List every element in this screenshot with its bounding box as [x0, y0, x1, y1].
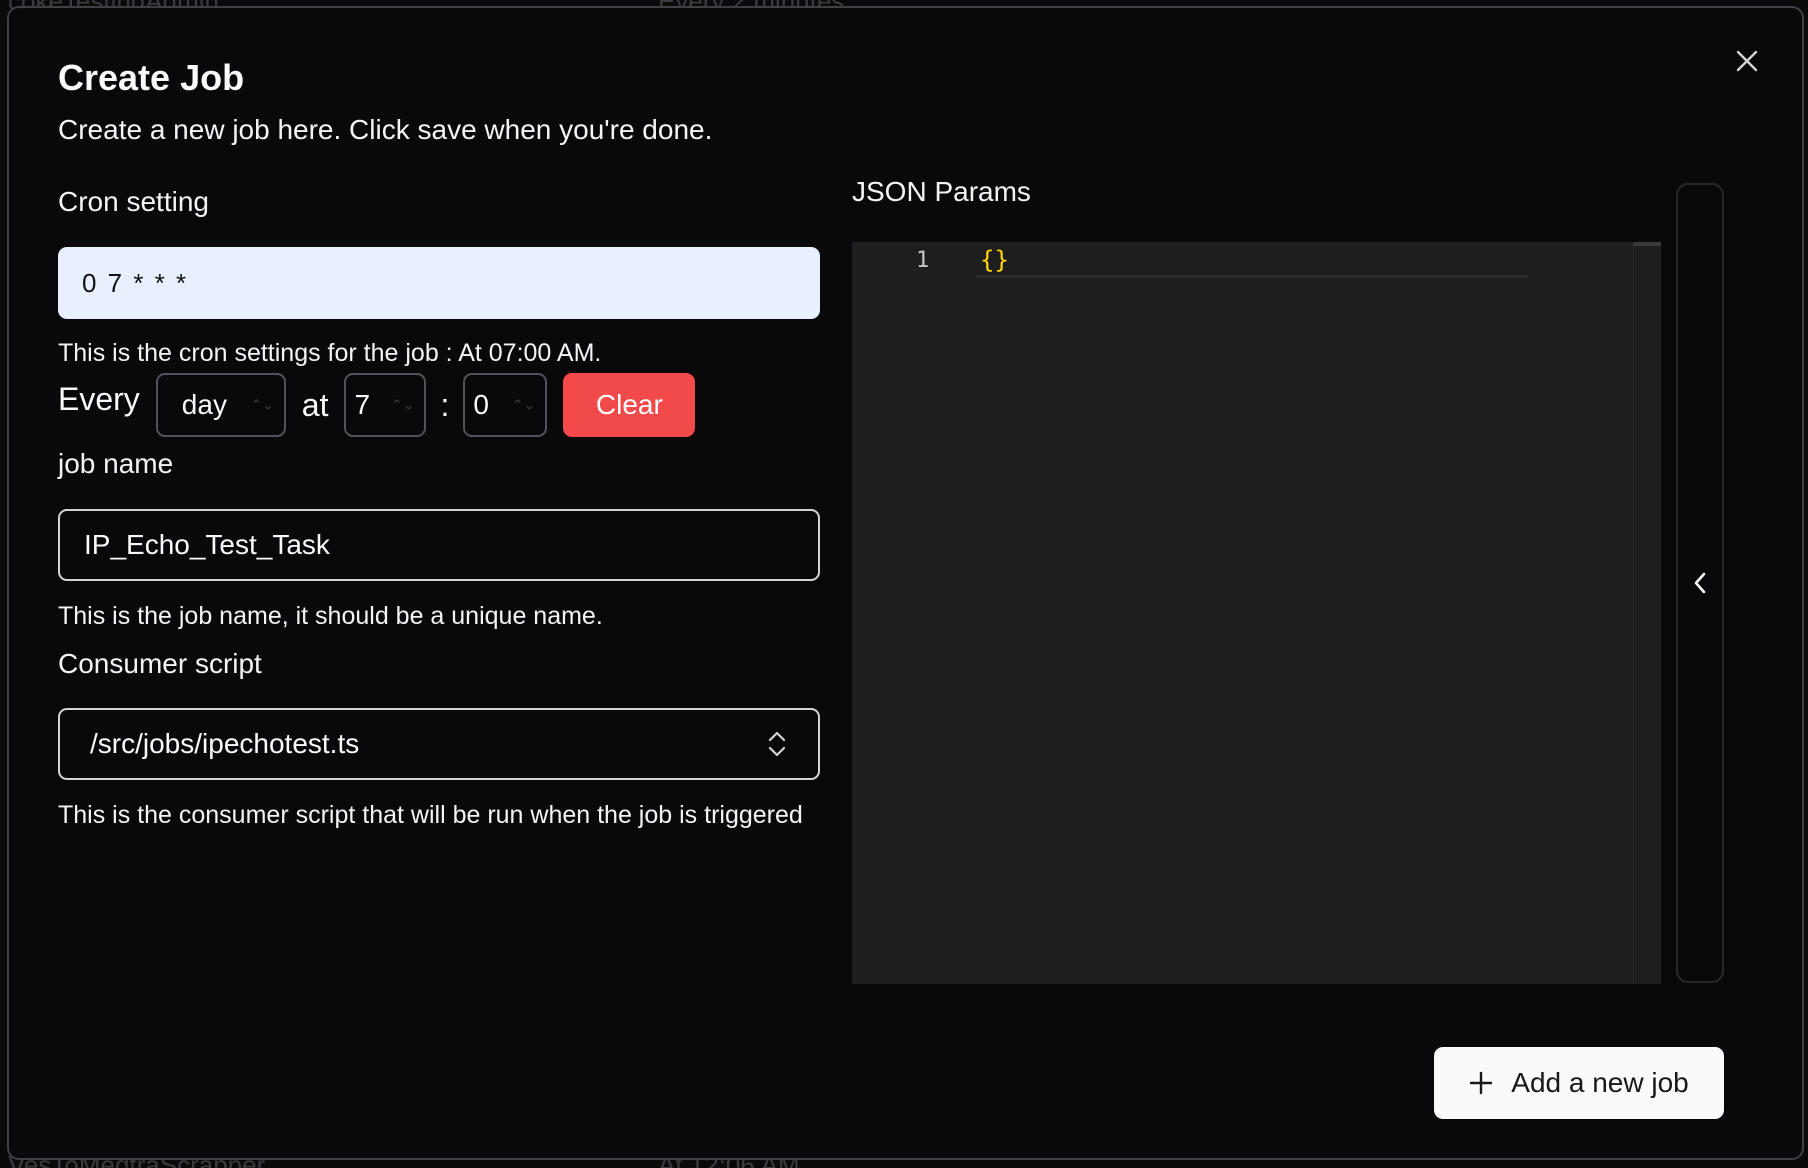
period-select[interactable]: day ⌃⌄ [155, 373, 286, 437]
overview-ruler [1633, 242, 1661, 246]
json-params-editor[interactable]: 1 {} [852, 242, 1661, 984]
chevron-up-down-icon: ⌃⌄ [250, 396, 274, 413]
job-name-label: job name [58, 448, 174, 479]
consumer-script-help: This is the consumer script that will be… [58, 801, 803, 829]
chevron-up-down-icon [768, 731, 786, 757]
chevron-up-down-icon: ⌃⌄ [511, 396, 536, 413]
at-label: at [301, 386, 329, 423]
period-select-value: day [181, 389, 227, 420]
time-separator: : [440, 386, 450, 423]
job-name-help: This is the job name, it should be a uni… [58, 602, 603, 630]
plus-icon [1470, 1071, 1493, 1095]
chevron-left-icon [1694, 572, 1706, 594]
close-button[interactable] [1730, 44, 1764, 78]
editor-scrollbar[interactable] [1633, 242, 1661, 984]
close-icon [1736, 50, 1758, 72]
json-params-label: JSON Params [852, 176, 1031, 207]
create-job-dialog: Create Job Create a new job here. Click … [7, 6, 1804, 1160]
collapse-panel-toggle[interactable] [1676, 183, 1724, 983]
hour-select-value: 7 [354, 389, 371, 420]
hour-select[interactable]: 7 ⌃⌄ [344, 373, 427, 437]
line-number: 1 [916, 248, 930, 273]
add-new-job-label: Add a new job [1511, 1067, 1689, 1098]
consumer-script-select[interactable]: /src/jobs/ipechotest.ts [58, 708, 820, 780]
minute-select-value: 0 [473, 389, 489, 420]
cron-setting-label: Cron setting [58, 186, 209, 217]
every-label: Every [58, 380, 140, 417]
cron-setting-input[interactable] [58, 247, 820, 319]
consumer-script-label: Consumer script [58, 648, 262, 679]
current-line-highlight [976, 242, 1528, 278]
minute-select[interactable]: 0 ⌃⌄ [463, 373, 548, 437]
add-new-job-button[interactable]: Add a new job [1434, 1047, 1724, 1119]
cron-setting-help: This is the cron settings for the job : … [58, 339, 602, 367]
dialog-description: Create a new job here. Click save when y… [58, 114, 713, 145]
job-name-input[interactable] [58, 509, 820, 581]
json-code[interactable]: {} [980, 246, 1009, 274]
clear-button[interactable]: Clear [563, 373, 696, 437]
consumer-script-value: /src/jobs/ipechotest.ts [90, 728, 360, 759]
dialog-title: Create Job [58, 57, 245, 98]
chevron-up-down-icon: ⌃⌄ [391, 396, 415, 413]
cron-builder-row: Every day ⌃⌄ at 7 ⌃⌄ : 0 ⌃⌄ Clear [58, 373, 696, 437]
